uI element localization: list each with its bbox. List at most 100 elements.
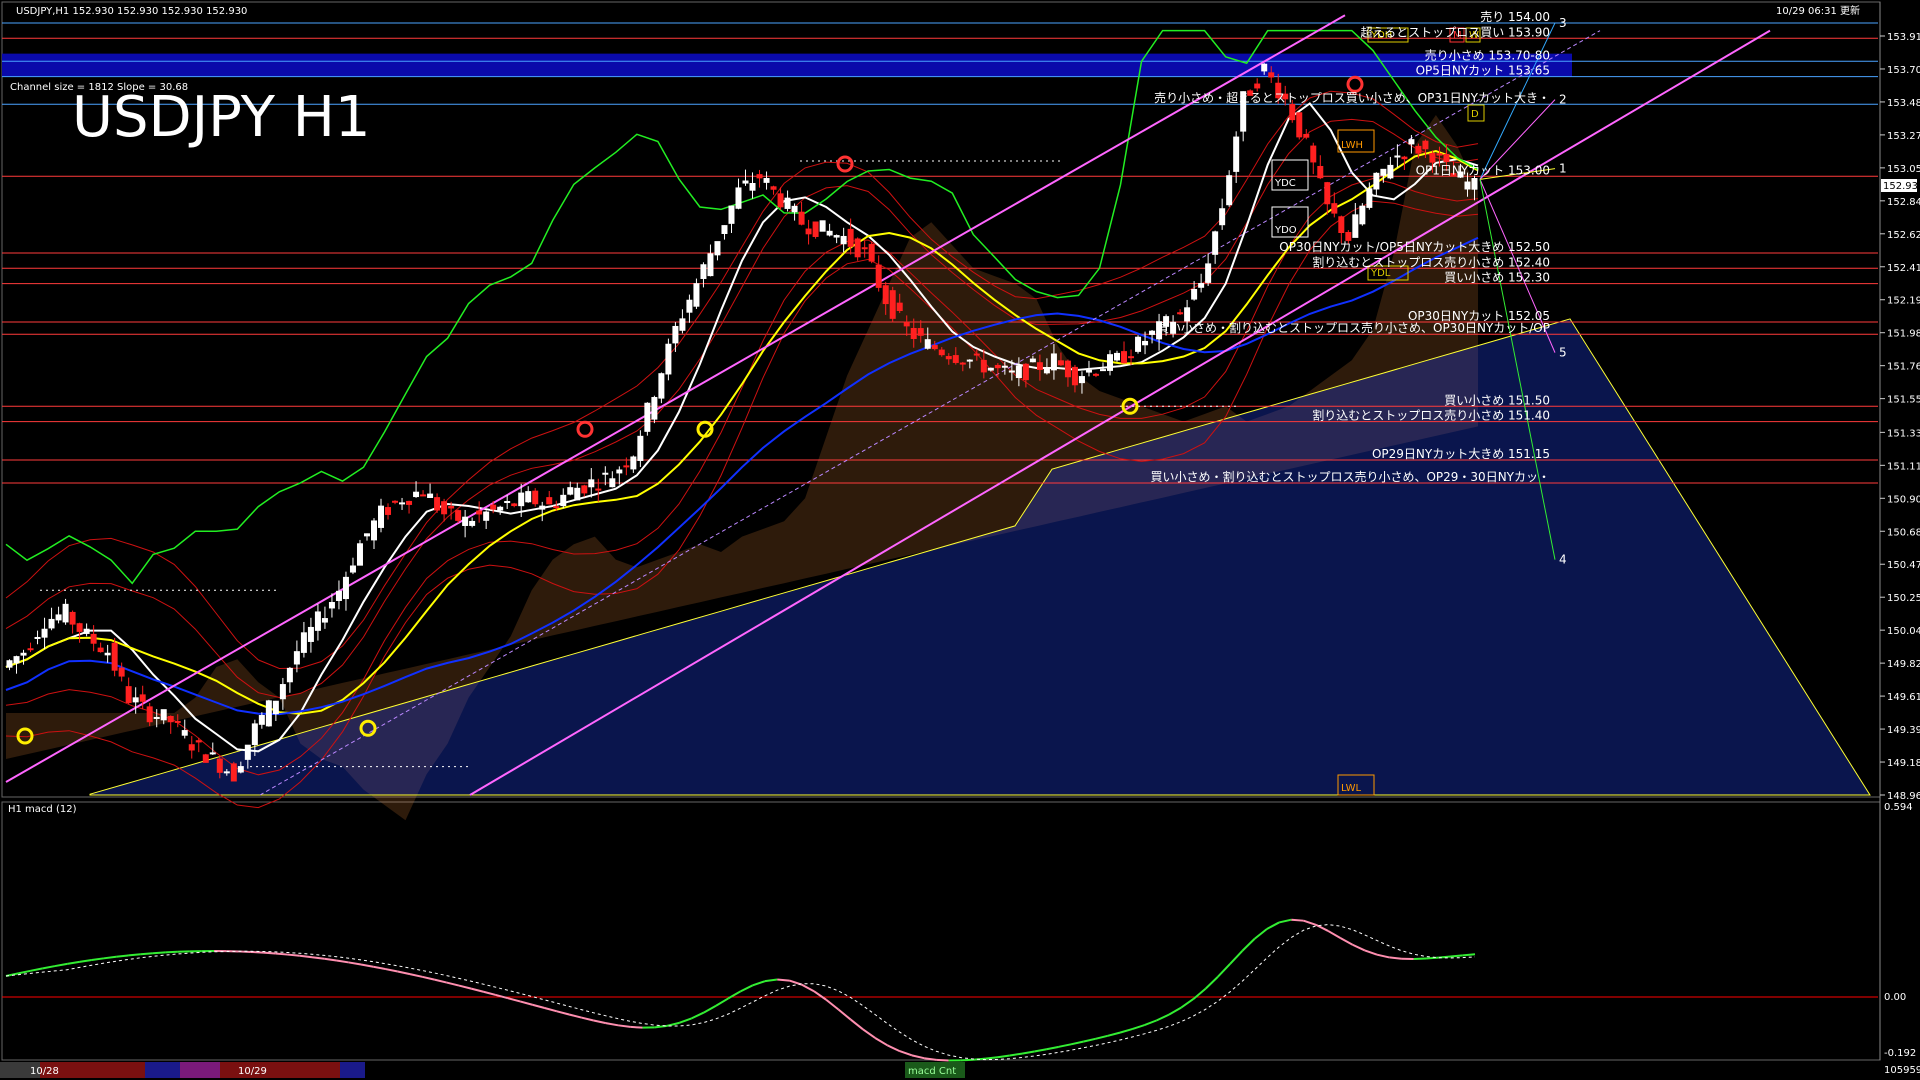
macd-segment: [837, 1008, 852, 1021]
candle-body: [216, 758, 223, 773]
candle-body: [518, 492, 525, 507]
candle-body: [763, 178, 770, 183]
candle-body: [1057, 360, 1064, 366]
macd-segment: [360, 963, 374, 968]
macd-segment: [801, 983, 815, 993]
macd-segment: [1241, 938, 1256, 952]
candle-body: [1198, 283, 1205, 288]
candle-body: [420, 494, 427, 497]
macd-segment: [666, 1021, 680, 1027]
candle-body: [335, 590, 342, 601]
candle-body: [167, 715, 174, 723]
candle-body: [742, 180, 749, 184]
candle-body: [707, 253, 714, 277]
macd-segment: [79, 959, 92, 963]
candle-body: [826, 230, 833, 236]
symbol-info: USDJPY,H1 152.930 152.930 152.930 152.93…: [16, 6, 247, 17]
candle-body: [469, 520, 476, 526]
candle-body: [385, 507, 392, 515]
candle-body: [160, 709, 167, 721]
candle-body: [1415, 145, 1422, 154]
candle-body: [623, 465, 630, 468]
macd-segment: [1168, 1006, 1182, 1016]
price-tick-label-8: 152.195: [1887, 296, 1920, 307]
macd-segment: [960, 1058, 974, 1062]
macd-segment: [678, 1017, 692, 1024]
macd-segment: [1266, 921, 1280, 930]
macd-segment: [54, 962, 68, 968]
candle-body: [875, 264, 882, 288]
candle-body: [258, 715, 265, 725]
macd-segment: [630, 1025, 643, 1029]
macd-segment: [581, 1016, 594, 1022]
candle-body: [104, 652, 111, 656]
projection-label-3: 5: [1559, 346, 1567, 360]
level-label-8: 買い小さめ 152.30: [1444, 271, 1550, 285]
candle-body: [1135, 336, 1142, 352]
price-tick-label-18: 150.040: [1887, 626, 1920, 637]
candle-body: [321, 618, 328, 623]
candle-body: [251, 723, 258, 746]
candle-body: [202, 754, 209, 763]
price-tick-label-4: 153.055: [1887, 164, 1920, 175]
candle-body: [1443, 154, 1450, 162]
macd-segment: [483, 990, 496, 996]
candle-body: [427, 493, 434, 498]
candle-body: [1008, 370, 1015, 373]
candle-body: [286, 667, 293, 683]
candle-body: [630, 456, 637, 470]
level-label-5: OP1日NYカット 153.00: [1416, 163, 1550, 177]
candle-body: [973, 353, 980, 356]
candle-body: [994, 364, 1001, 369]
candle-body: [1303, 133, 1310, 138]
candle-body: [938, 349, 945, 356]
macd-segment: [421, 975, 435, 981]
candle-body: [83, 628, 90, 634]
candle-body: [1050, 353, 1057, 371]
macd-segment: [813, 990, 827, 1001]
level-label-11: 買い小さめ 151.50: [1444, 393, 1550, 407]
candle-body: [293, 651, 300, 665]
macd-segment: [348, 961, 362, 966]
candle-body: [27, 648, 34, 651]
candle-body: [686, 299, 693, 313]
level-label-6: OP30日NYカット/OP5日NYカット大きめ 152.50: [1279, 240, 1550, 254]
candle-body: [553, 506, 560, 509]
tab-1028[interactable]: 10/28: [30, 1066, 59, 1077]
candle-body: [784, 197, 791, 209]
macd-segment: [165, 950, 178, 954]
candle-body: [616, 469, 623, 474]
macd-segment: [544, 1007, 558, 1013]
candle-body: [609, 478, 616, 488]
macd-segment: [1425, 956, 1439, 960]
price-tick-label-19: 149.825: [1887, 659, 1920, 670]
macd-segment: [593, 1019, 607, 1025]
price-tick-label-11: 151.550: [1887, 395, 1920, 406]
candle-body: [62, 603, 69, 623]
chart-title: USDJPY H1: [72, 85, 370, 150]
macd-segment: [1303, 919, 1317, 926]
candle-body: [1233, 136, 1240, 172]
candle-body: [532, 490, 539, 505]
candle-body: [1099, 369, 1106, 372]
macd-axis-bottom: -0.192: [1884, 1048, 1916, 1059]
macd-segment: [275, 952, 288, 956]
candle-body: [728, 205, 735, 224]
candle-body: [1261, 63, 1268, 72]
candle-body: [223, 771, 230, 774]
candle-body: [1205, 263, 1212, 283]
chart-canvas: 32154 YDCYDOYDHLWHYDLLWLDM W 売り 154.00超える…: [0, 1, 1920, 1078]
candle-body: [1001, 365, 1008, 368]
candle-body: [371, 520, 377, 541]
macd-segment: [299, 954, 313, 959]
candle-body: [1071, 366, 1078, 386]
candle-body: [595, 488, 602, 491]
tab-1029[interactable]: 10/29: [238, 1066, 267, 1077]
candle-body: [756, 174, 763, 179]
candle-body: [1310, 145, 1317, 163]
level-label-7: 割り込むとストップロス売り小さめ 152.40: [1312, 254, 1550, 269]
candle-body: [896, 302, 903, 311]
price-tick-label-13: 151.115: [1887, 461, 1920, 472]
candle-body: [602, 472, 609, 475]
macd-segment: [458, 984, 472, 990]
